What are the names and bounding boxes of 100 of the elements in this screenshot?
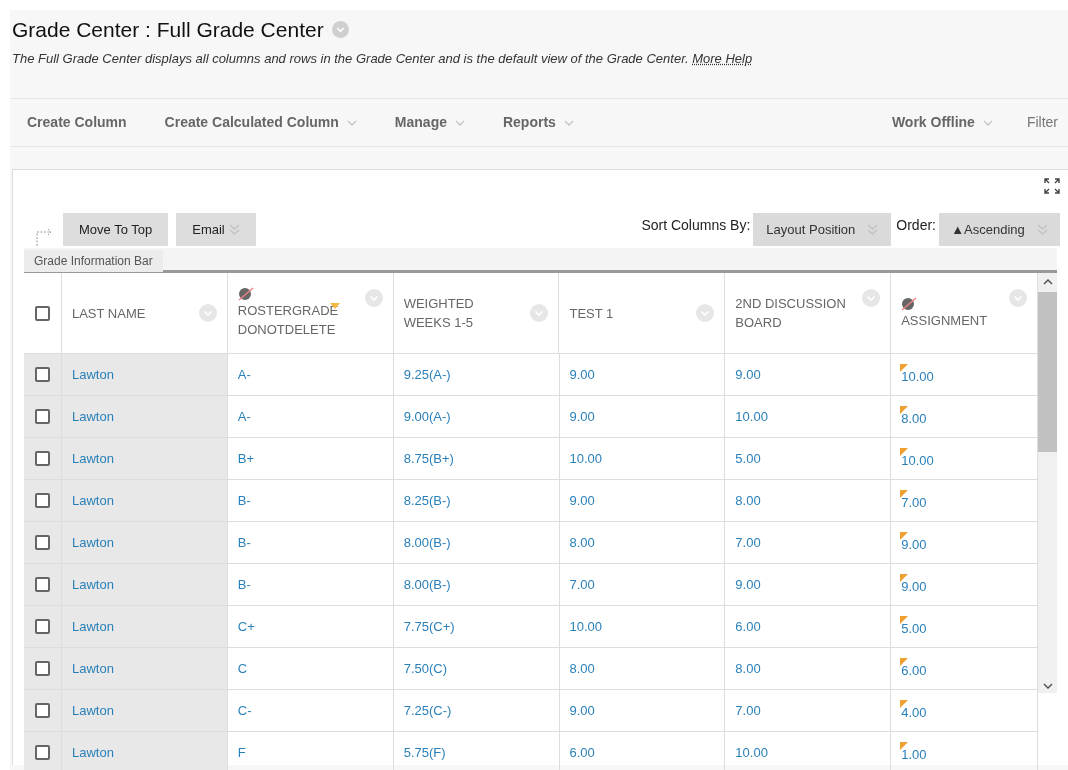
grade-cell[interactable]: Lawton xyxy=(71,406,114,427)
grade-cell[interactable]: 10.00 xyxy=(735,406,768,427)
row-checkbox[interactable] xyxy=(35,367,50,382)
grade-cell[interactable]: Lawton xyxy=(71,616,114,637)
grade-cell[interactable]: C- xyxy=(237,700,252,721)
menu-item[interactable]: Work Offline xyxy=(881,112,1003,133)
grade-cell[interactable]: B+ xyxy=(237,448,255,469)
grade-cell[interactable]: Lawton xyxy=(71,742,114,763)
column-header[interactable]: WEIGHTED WEEKS 1-5 xyxy=(403,294,524,332)
grade-cell[interactable]: Lawton xyxy=(71,448,114,469)
grade-cell[interactable]: 9.00 xyxy=(569,364,595,385)
grade-cell[interactable]: 7.00 xyxy=(569,574,595,595)
grade-cell[interactable]: 9.25(A-) xyxy=(403,364,451,385)
grade-cell[interactable]: 7.00 xyxy=(735,532,761,553)
grade-cell[interactable]: B- xyxy=(237,574,251,595)
menu-item[interactable]: Filter xyxy=(1016,112,1068,133)
grade-cell[interactable]: 7.00 xyxy=(901,488,927,513)
grade-cell[interactable]: 8.00(B-) xyxy=(403,532,451,553)
grade-cell[interactable]: 9.00(A-) xyxy=(403,406,451,427)
action-button[interactable]: Move To Top xyxy=(63,213,169,246)
expand-icon[interactable] xyxy=(1044,178,1060,194)
grade-cell[interactable]: Lawton xyxy=(71,700,114,721)
grade-cell[interactable]: 10.00 xyxy=(735,742,768,763)
grade-cell[interactable]: 5.00 xyxy=(735,448,761,469)
grade-cell[interactable]: 9.00 xyxy=(901,572,927,597)
grade-cell[interactable]: Lawton xyxy=(71,574,114,595)
column-header[interactable]: TEST 1 xyxy=(569,303,614,323)
grade-cell[interactable]: 9.00 xyxy=(901,530,927,555)
grade-cell[interactable]: 7.75(C+) xyxy=(403,616,455,637)
grade-cell[interactable]: 10.00 xyxy=(901,446,934,471)
grade-cell[interactable]: 6.00 xyxy=(735,616,761,637)
row-checkbox[interactable] xyxy=(35,619,50,634)
grade-cell[interactable]: 9.00 xyxy=(735,364,761,385)
scrollbar[interactable] xyxy=(1038,273,1057,693)
grade-cell[interactable]: 7.50(C) xyxy=(403,658,447,679)
grade-cell[interactable]: A- xyxy=(237,364,251,385)
double-chevron-icon xyxy=(1036,224,1048,235)
chevron-down-icon xyxy=(563,119,574,126)
grade-cell[interactable]: 9.00 xyxy=(569,700,595,721)
column-header[interactable]: 2ND DISCUSSION BOARD xyxy=(735,294,856,332)
grade-cell[interactable]: 8.75(B+) xyxy=(403,448,454,469)
grade-cell[interactable]: 5.00 xyxy=(901,614,927,639)
grade-cell[interactable]: 8.00(B-) xyxy=(403,574,451,595)
grade-cell[interactable]: C xyxy=(237,658,248,679)
grade-cell[interactable]: F xyxy=(237,742,246,763)
grade-cell[interactable]: 8.00 xyxy=(735,658,761,679)
grade-cell[interactable]: B- xyxy=(237,490,251,511)
grade-cell[interactable]: 10.00 xyxy=(901,362,934,387)
grade-cell[interactable]: B- xyxy=(237,532,251,553)
grade-cell[interactable]: Lawton xyxy=(71,364,114,385)
grade-cell[interactable]: A- xyxy=(237,406,251,427)
action-button[interactable]: Email xyxy=(176,213,256,246)
menu-item[interactable]: Manage xyxy=(384,112,475,133)
grade-cell[interactable]: 8.00 xyxy=(569,532,595,553)
column-header[interactable]: ROSTERGRADE DONOTDELETE xyxy=(237,287,358,339)
menu-item[interactable]: Reports xyxy=(492,112,584,133)
grade-cell[interactable]: Lawton xyxy=(71,658,114,679)
row-checkbox[interactable] xyxy=(35,577,50,592)
chevron-down-icon xyxy=(454,119,465,126)
grade-cell[interactable]: 8.00 xyxy=(735,490,761,511)
grade-cell[interactable]: 5.75(F) xyxy=(403,742,446,763)
row-checkbox[interactable] xyxy=(35,661,50,676)
row-checkbox[interactable] xyxy=(35,409,50,424)
grade-cell[interactable]: 9.00 xyxy=(569,406,595,427)
sort-select[interactable]: Layout Position xyxy=(753,213,892,246)
page-description: The Full Grade Center displays all columns and rows in the Grade Center and is the default view of the Grade Center. More Help xyxy=(11,49,754,68)
grade-cell[interactable]: 6.00 xyxy=(569,742,595,763)
chevron-down-icon xyxy=(982,119,993,126)
grade-cell[interactable]: 7.25(C-) xyxy=(403,700,452,721)
grade-cell[interactable]: 10.00 xyxy=(569,616,603,637)
grade-cell[interactable]: 10.00 xyxy=(569,448,603,469)
grade-information-bar: Grade Information Bar xyxy=(24,250,163,272)
row-checkbox[interactable] xyxy=(35,451,50,466)
column-header[interactable]: ASSIGNMENT xyxy=(901,296,988,330)
grade-cell[interactable]: 9.00 xyxy=(569,490,595,511)
page-title: Grade Center : Full Grade Center xyxy=(11,17,324,43)
order-select[interactable]: ▲Ascending xyxy=(939,213,1060,246)
row-checkbox[interactable] xyxy=(35,535,50,550)
grade-cell[interactable]: C+ xyxy=(237,616,255,637)
column-header[interactable]: LAST NAME xyxy=(71,303,146,323)
grade-cell[interactable]: 8.25(B-) xyxy=(403,490,451,511)
scroll-up-icon[interactable] xyxy=(1042,279,1053,285)
grade-cell[interactable]: 8.00 xyxy=(569,658,595,679)
grade-cell[interactable]: 6.00 xyxy=(901,656,927,681)
row-checkbox[interactable] xyxy=(35,493,50,508)
menu-item[interactable]: Create Calculated Column xyxy=(154,112,367,133)
row-checkbox[interactable] xyxy=(35,745,50,760)
sort-label: Sort Columns By: xyxy=(641,216,751,235)
more-help-link[interactable]: More Help xyxy=(692,50,753,66)
row-checkbox[interactable] xyxy=(35,703,50,718)
grade-cell[interactable]: 9.00 xyxy=(735,574,761,595)
grade-cell[interactable]: Lawton xyxy=(71,490,114,511)
grade-cell[interactable]: 4.00 xyxy=(901,698,927,723)
menu-item[interactable]: Create Column xyxy=(17,112,137,133)
scroll-down-icon[interactable] xyxy=(1042,683,1053,689)
grade-cell[interactable]: 1.00 xyxy=(901,740,927,765)
grade-cell[interactable]: 8.00 xyxy=(901,404,927,429)
grade-cell[interactable]: Lawton xyxy=(71,532,114,553)
grade-cell[interactable]: 7.00 xyxy=(735,700,761,721)
select-all-checkbox[interactable] xyxy=(34,305,50,321)
